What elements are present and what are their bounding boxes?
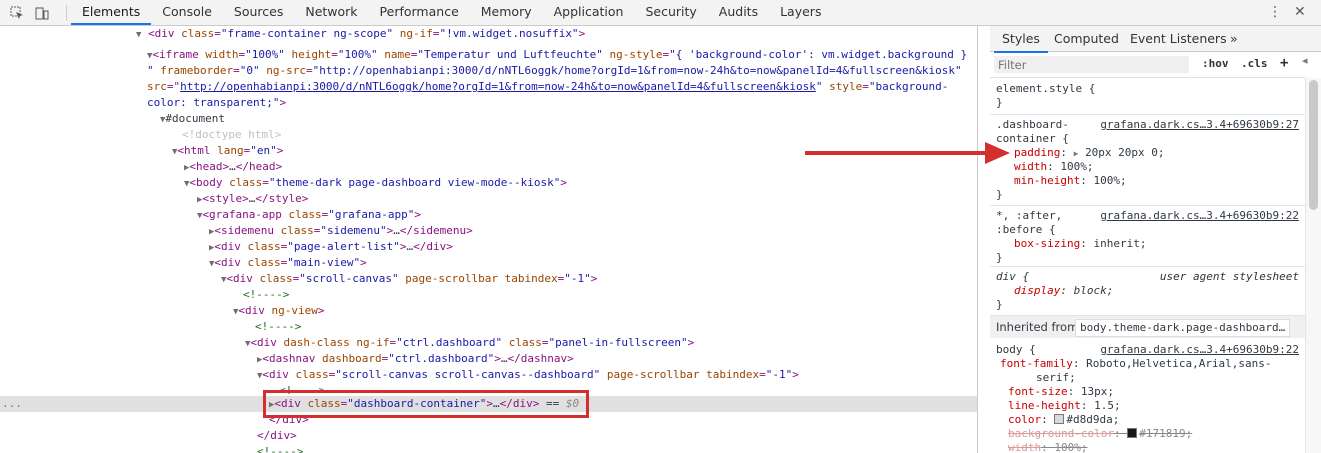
prop-display[interactable]: display: block; bbox=[1014, 284, 1113, 298]
hov-button[interactable]: :hov bbox=[1202, 57, 1229, 70]
tab-computed[interactable]: Computed bbox=[1054, 26, 1119, 51]
inherited-label: Inherited from bbox=[996, 320, 1079, 334]
tab-application[interactable]: Application bbox=[543, 0, 635, 25]
scrollbar-thumb[interactable] bbox=[1309, 80, 1318, 210]
tree-node[interactable]: </div> bbox=[0, 428, 977, 444]
prop-box-sizing[interactable]: box-sizing: inherit; bbox=[1014, 237, 1146, 251]
tree-node[interactable]: ▼<div class="scroll-canvas scroll-canvas… bbox=[0, 367, 977, 383]
panel-divider[interactable] bbox=[977, 26, 978, 453]
highlight-box bbox=[263, 390, 589, 418]
tree-node[interactable]: ▶<sidemenu class="sidemenu">…</sidemenu> bbox=[0, 223, 977, 239]
styles-scrollbar[interactable] bbox=[1305, 78, 1321, 453]
tree-node[interactable]: <!----> bbox=[0, 444, 977, 453]
panel-tabs: Elements Console Sources Network Perform… bbox=[71, 0, 832, 25]
rule-universal: *, :after, :before { grafana.dark.cs…3.4… bbox=[990, 206, 1305, 267]
rule-source-link[interactable]: grafana.dark.cs…3.4+69630b9:22 bbox=[1100, 343, 1299, 356]
rule-selector[interactable]: body { bbox=[996, 343, 1036, 357]
rule-source-label: user agent stylesheet bbox=[1159, 270, 1299, 283]
tab-network[interactable]: Network bbox=[294, 0, 368, 25]
prop-font-family[interactable]: font-family: Roboto,Helvetica,Arial,sans… bbox=[1000, 357, 1272, 371]
rule-selector[interactable]: element.style { bbox=[996, 82, 1095, 96]
tree-node[interactable]: ▶<div class="page-alert-list">…</div> bbox=[0, 239, 977, 255]
rule-div-ua: div { user agent stylesheet display: blo… bbox=[990, 267, 1305, 316]
tree-node[interactable]: ▼<div ng-view> bbox=[0, 303, 977, 319]
more-tabs-icon[interactable]: » bbox=[1230, 26, 1238, 51]
tree-node[interactable]: ▼<div dash-class ng-if="ctrl.dashboard" … bbox=[0, 335, 977, 351]
tree-node-cont: " frameborder="0" ng-src="http://openhab… bbox=[147, 64, 962, 77]
inherited-selector-link[interactable]: body.theme-dark.page-dashboard… bbox=[1075, 319, 1291, 337]
tree-node[interactable]: ▼<div class="scroll-canvas" page-scrollb… bbox=[0, 271, 977, 287]
rule-selector[interactable]: div { bbox=[996, 270, 1029, 284]
rule-close: } bbox=[996, 298, 1003, 311]
rule-close: } bbox=[996, 188, 1003, 201]
toolbar-separator bbox=[66, 5, 67, 21]
tree-node[interactable]: ▼<grafana-app class="grafana-app"> bbox=[0, 207, 977, 223]
tree-node[interactable]: ▼ <div class="frame-container ng-scope" … bbox=[0, 26, 977, 42]
rule-element-style: element.style { } bbox=[990, 78, 1305, 115]
bg-color-swatch[interactable] bbox=[1127, 428, 1138, 438]
tree-node[interactable]: ▼<iframe width="100%" height="100%" name… bbox=[0, 47, 977, 63]
prop-min-height[interactable]: min-height: 100%; bbox=[1014, 174, 1127, 188]
rule-close: } bbox=[996, 251, 1003, 264]
rule-body: body { grafana.dark.cs…3.4+69630b9:22 fo… bbox=[990, 339, 1305, 453]
rule-dashboard-container: .dashboard- container { grafana.dark.cs…… bbox=[990, 115, 1305, 206]
pane-expander-icon[interactable]: ◂ bbox=[1302, 54, 1316, 68]
tab-memory[interactable]: Memory bbox=[470, 0, 543, 25]
styles-filter-input[interactable] bbox=[994, 56, 1189, 73]
tab-elements[interactable]: Elements bbox=[71, 0, 152, 25]
device-toggle-icon[interactable] bbox=[33, 4, 51, 22]
prop-font-family-cont: serif; bbox=[1036, 371, 1076, 384]
styles-pane: Styles Computed Event Listeners » :hov .… bbox=[990, 26, 1321, 453]
styles-tabs: Styles Computed Event Listeners » bbox=[990, 26, 1321, 53]
prop-background-color[interactable]: background-color: #171819; bbox=[1008, 427, 1192, 441]
tab-styles[interactable]: Styles bbox=[994, 26, 1048, 53]
color-swatch[interactable] bbox=[1054, 414, 1065, 424]
prop-line-height[interactable]: line-height: 1.5; bbox=[1008, 399, 1121, 413]
annotation-arrow-icon bbox=[805, 142, 1010, 164]
rule-selector-cont[interactable]: :before { bbox=[996, 223, 1056, 237]
styles-filter-bar: :hov .cls + bbox=[990, 53, 1305, 78]
tab-console[interactable]: Console bbox=[151, 0, 223, 25]
tab-performance[interactable]: Performance bbox=[369, 0, 470, 25]
more-vertical-icon[interactable]: ⋮ bbox=[1268, 0, 1282, 25]
prop-padding[interactable]: padding: ▶ 20px 20px 0; bbox=[1014, 146, 1165, 160]
prop-font-size[interactable]: font-size: 13px; bbox=[1008, 385, 1114, 399]
tree-node[interactable]: ▼#document bbox=[0, 111, 977, 127]
tree-node-cont: color: transparent;"> bbox=[147, 96, 287, 109]
prop-width[interactable]: width: 100%; bbox=[1014, 160, 1094, 174]
rule-selector[interactable]: .dashboard- bbox=[996, 118, 1069, 132]
rule-selector-cont[interactable]: container { bbox=[996, 132, 1069, 146]
prop-width[interactable]: width: 100%; bbox=[1008, 441, 1088, 453]
tree-node[interactable]: ▶<style>…</style> bbox=[0, 191, 977, 207]
rule-source-link[interactable]: grafana.dark.cs…3.4+69630b9:22 bbox=[1100, 209, 1299, 222]
iframe-src-link[interactable]: http://openhabianpi:3000/d/nNTL6oggk/hom… bbox=[180, 80, 816, 93]
tree-node[interactable]: ▶<dashnav dashboard="ctrl.dashboard">…</… bbox=[0, 351, 977, 367]
cls-button[interactable]: .cls bbox=[1241, 57, 1268, 70]
tab-event-listeners[interactable]: Event Listeners bbox=[1130, 26, 1227, 51]
rule-close: } bbox=[996, 96, 1003, 109]
tree-node[interactable]: ▼<div class="main-view"> bbox=[0, 255, 977, 271]
inspect-element-icon[interactable] bbox=[8, 4, 26, 22]
tab-security[interactable]: Security bbox=[634, 0, 707, 25]
new-rule-button[interactable]: + bbox=[1280, 55, 1288, 71]
rule-source-link[interactable]: grafana.dark.cs…3.4+69630b9:27 bbox=[1100, 118, 1299, 131]
rule-selector[interactable]: *, :after, bbox=[996, 209, 1062, 223]
tab-layers[interactable]: Layers bbox=[769, 0, 832, 25]
close-icon[interactable]: ✕ bbox=[1294, 0, 1306, 25]
tab-audits[interactable]: Audits bbox=[708, 0, 769, 25]
tree-node-cont: src="http://openhabianpi:3000/d/nNTL6ogg… bbox=[147, 80, 949, 93]
tree-node[interactable]: ▼<body class="theme-dark page-dashboard … bbox=[0, 175, 977, 191]
elements-tree: ▼ <div class="frame-container ng-scope" … bbox=[0, 26, 977, 453]
tree-node[interactable]: <!----> bbox=[0, 287, 977, 303]
tree-node[interactable]: <!----> bbox=[0, 319, 977, 335]
devtools-toolbar: Elements Console Sources Network Perform… bbox=[0, 0, 1321, 26]
inherited-from-header: Inherited from body.theme-dark.page-dash… bbox=[990, 316, 1305, 338]
prop-color[interactable]: color: #d8d9da; bbox=[1008, 413, 1119, 427]
tab-sources[interactable]: Sources bbox=[223, 0, 294, 25]
